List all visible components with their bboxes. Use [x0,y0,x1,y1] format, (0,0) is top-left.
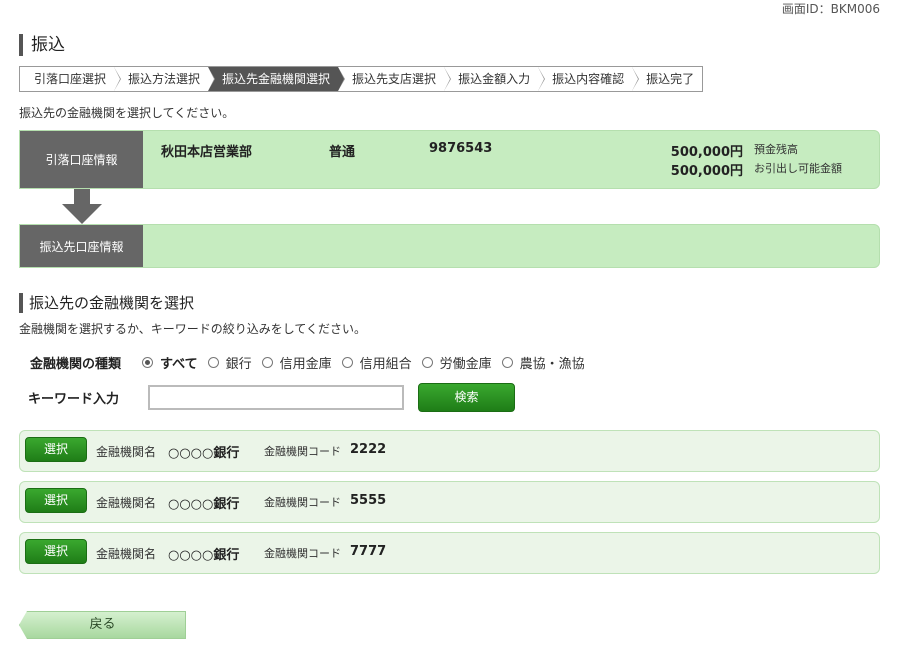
keyword-label: キーワード入力 [28,392,120,407]
institution-name-label: 金融機関名 [96,496,157,510]
balance-amount: 500,000円 [670,145,743,160]
radio-shinkumi[interactable]: 信用組合 [341,353,412,372]
select-button[interactable]: 選択 [25,539,87,564]
balance-label: 預金残高 [754,143,798,156]
result-row-3: 選択 金融機関名 ○○○○銀行 金融機関コード 7777 [19,532,880,574]
radio-shinkumi-label: 信用組合 [359,357,412,372]
radio-all-label: すべて [160,357,198,372]
radio-rokin-label: 労働金庫 [439,357,492,372]
radio-off-icon [341,357,353,368]
to-account-panel: 振込先口座情報 [19,224,880,268]
available-label: お引出し可能金額 [754,162,842,175]
from-account-number: 9876543 [429,141,493,156]
from-account-panel: 引落口座情報 秋田本店営業部 普通 9876543 500,000円 預金残高 … [19,130,880,189]
step-4: 振込先支店選択 [338,67,452,91]
from-account-branch: 秋田本店営業部 [161,145,253,160]
step-indicator: 引落口座選択 振込方法選択 振込先金融機関選択 振込先支店選択 振込金額入力 振… [19,66,704,92]
institution-code: 5555 [350,493,387,508]
page-title: 振込 [19,34,65,56]
radio-rokin[interactable]: 労働金庫 [421,353,492,372]
lead-text: 振込先の金融機関を選択してください。 [19,106,235,120]
step-6: 振込内容確認 [538,67,640,91]
institution-code: 7777 [350,544,387,559]
radio-shinkin-label: 信用金庫 [279,357,332,372]
section-description: 金融機関を選択するか、キーワードの絞り込みをしてください。 [19,322,367,336]
step-2: 振込方法選択 [114,67,216,91]
radio-nokyo[interactable]: 農協・漁協 [501,353,585,372]
radio-all[interactable]: すべて [142,353,198,372]
institution-name: ○○○○銀行 [168,548,240,563]
radio-off-icon [501,357,513,368]
to-account-label: 振込先口座情報 [20,225,143,267]
arrow-down-icon [62,189,102,224]
step-7: 振込完了 [646,72,695,86]
institution-name-label: 金融機関名 [96,445,157,459]
step-1: 引落口座選択 [20,67,122,91]
result-row-1: 選択 金融機関名 ○○○○銀行 金融機関コード 2222 [19,430,880,472]
institution-name-label: 金融機関名 [96,547,157,561]
radio-shinkin[interactable]: 信用金庫 [261,353,332,372]
step-5: 振込金額入力 [444,67,546,91]
back-button[interactable]: 戻る [19,611,186,639]
search-button[interactable]: 検索 [418,383,515,412]
from-account-type: 普通 [329,145,356,160]
radio-bank[interactable]: 銀行 [207,353,252,372]
select-button[interactable]: 選択 [25,488,87,513]
institution-code-label: 金融機関コード [264,496,341,509]
institution-type-radios: すべて 銀行 信用金庫 信用組合 労働金庫 農協・漁協 [142,353,595,372]
keyword-input[interactable] [148,385,404,410]
institution-type-label: 金融機関の種類 [30,357,122,372]
result-row-2: 選択 金融機関名 ○○○○銀行 金融機関コード 5555 [19,481,880,523]
radio-off-icon [207,357,219,368]
radio-on-icon [142,357,153,368]
screen-id: 画面ID：BKM006 [781,2,880,16]
section-title: 振込先の金融機関を選択 [19,293,194,313]
select-button[interactable]: 選択 [25,437,87,462]
institution-code-label: 金融機関コード [264,445,341,458]
radio-nokyo-label: 農協・漁協 [519,357,585,372]
institution-name: ○○○○銀行 [168,446,240,461]
step-3-current: 振込先金融機関選択 [208,67,346,91]
radio-off-icon [421,357,433,368]
institution-code-label: 金融機関コード [264,547,341,560]
radio-off-icon [261,357,273,368]
from-account-label: 引落口座情報 [20,131,143,188]
available-amount: 500,000円 [670,164,743,179]
institution-code: 2222 [350,442,387,457]
institution-name: ○○○○銀行 [168,497,240,512]
radio-bank-label: 銀行 [225,357,252,372]
